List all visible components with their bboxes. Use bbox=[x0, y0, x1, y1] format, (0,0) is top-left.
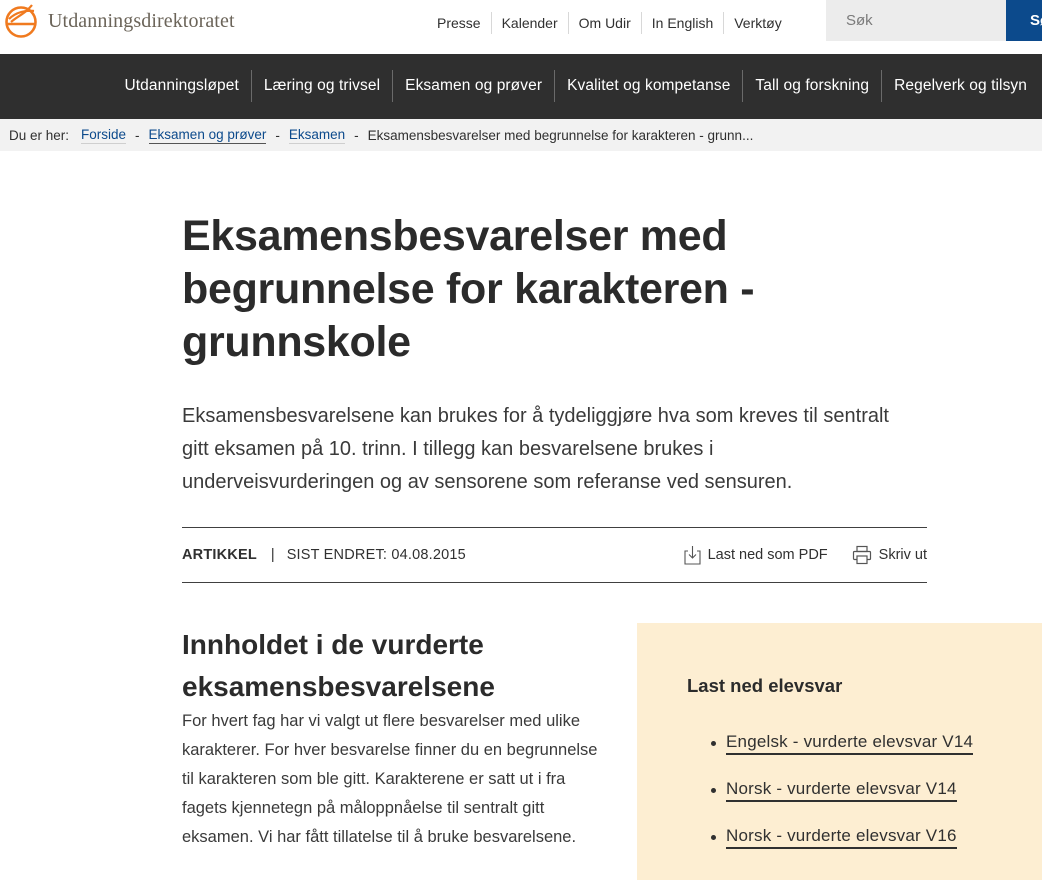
printer-icon bbox=[852, 545, 871, 565]
main-nav-laering-og-trivsel[interactable]: Læring og trivsel bbox=[252, 77, 392, 95]
main-nav-tall-og-forskning[interactable]: Tall og forskning bbox=[743, 77, 881, 95]
article-actions: Last ned som PDF Skriv ut bbox=[684, 545, 927, 565]
breadcrumb-separator: - bbox=[275, 127, 280, 143]
section-heading: Innholdet i de vurderte eksamensbesvarel… bbox=[182, 629, 495, 702]
download-icon bbox=[684, 546, 701, 565]
breadcrumb-link-eksamen[interactable]: Eksamen bbox=[288, 127, 346, 144]
breadcrumb-label: Du er her: bbox=[9, 127, 70, 143]
breadcrumb-current: Eksamensbesvarelser med begrunnelse for … bbox=[367, 127, 754, 143]
bullet-icon bbox=[711, 741, 716, 746]
main-nav: Utdanningsløpet Læring og trivsel Eksame… bbox=[0, 54, 1042, 119]
meta-separator: | bbox=[270, 547, 275, 563]
page-title: Eksamensbesvarelser med begrunnelse for … bbox=[182, 212, 755, 366]
utility-link-kalender[interactable]: Kalender bbox=[490, 12, 568, 34]
utility-link-verktoy[interactable]: Verktøy bbox=[723, 12, 791, 34]
udir-logo-icon bbox=[5, 4, 37, 38]
search-input[interactable] bbox=[826, 0, 1007, 41]
article-type: ARTIKKEL bbox=[182, 547, 257, 563]
link-engelsk-v14[interactable]: Engelsk - vurderte elevsvar V14 bbox=[726, 732, 974, 755]
breadcrumb-link-forside[interactable]: Forside bbox=[81, 127, 127, 144]
list-item: Norsk - vurderte elevsvar V16 bbox=[711, 814, 973, 861]
main-nav-item: Eksamen og prøver bbox=[392, 70, 554, 102]
utility-link-om-udir[interactable]: Om Udir bbox=[567, 12, 641, 34]
main-nav-item: Kvalitet og kompetanse bbox=[554, 70, 742, 102]
last-changed-date: SIST ENDRET: 04.08.2015 bbox=[286, 547, 466, 563]
main-nav-item: Tall og forskning bbox=[742, 70, 881, 102]
utility-link-presse[interactable]: Presse bbox=[427, 12, 491, 34]
main-nav-utdanningslopet[interactable]: Utdanningsløpet bbox=[112, 77, 250, 95]
breadcrumb-separator: - bbox=[135, 127, 140, 143]
download-pdf-button[interactable]: Last ned som PDF bbox=[684, 545, 828, 565]
print-label: Skriv ut bbox=[878, 547, 927, 563]
list-item: Engelsk - vurderte elevsvar V14 bbox=[711, 720, 974, 767]
breadcrumb-separator: - bbox=[354, 127, 359, 143]
search-button[interactable]: Søk bbox=[1006, 0, 1042, 41]
section-body: For hvert fag har vi valgt ut flere besv… bbox=[182, 712, 598, 846]
main-nav-regelverk-og-tilsyn[interactable]: Regelverk og tilsyn bbox=[882, 77, 1039, 95]
article-ingress: Eksamensbesvarelsene kan brukes for å ty… bbox=[182, 405, 889, 493]
top-header: Utdanningsdirektoratet Presse Kalender O… bbox=[0, 0, 1042, 54]
download-pdf-label: Last ned som PDF bbox=[707, 547, 828, 563]
bullet-icon bbox=[711, 835, 716, 840]
download-student-answers-box: Last ned elevsvar Engelsk - vurderte ele… bbox=[637, 623, 1042, 880]
student-answers-list: Engelsk - vurderte elevsvar V14 Norsk - … bbox=[711, 720, 974, 861]
utility-link-in-english[interactable]: In English bbox=[640, 12, 723, 34]
utility-nav: Presse Kalender Om Udir In English Verkt… bbox=[427, 12, 792, 34]
logo[interactable]: Utdanningsdirektoratet bbox=[4, 2, 235, 40]
list-item: Norsk - vurderte elevsvar V14 bbox=[711, 767, 973, 814]
article-meta-bar: ARTIKKEL | SIST ENDRET: 04.08.2015 Last … bbox=[182, 527, 927, 583]
aside-title: Last ned elevsvar bbox=[687, 675, 843, 696]
breadcrumb: Du er her: Forside - Eksamen og prøver -… bbox=[0, 119, 1042, 151]
main-nav-kvalitet-og-kompetanse[interactable]: Kvalitet og kompetanse bbox=[555, 77, 742, 95]
main-nav-item: Regelverk og tilsyn bbox=[881, 70, 1039, 102]
logo-text: Utdanningsdirektoratet bbox=[48, 9, 235, 32]
main-nav-item: Utdanningsløpet bbox=[112, 70, 250, 102]
bullet-icon bbox=[711, 788, 716, 793]
print-button[interactable]: Skriv ut bbox=[852, 545, 927, 565]
main-nav-eksamen-og-prover[interactable]: Eksamen og prøver bbox=[393, 77, 554, 95]
main-nav-item: Læring og trivsel bbox=[250, 70, 392, 102]
link-norsk-v16[interactable]: Norsk - vurderte elevsvar V16 bbox=[726, 826, 957, 849]
breadcrumb-link-eksamen-og-prover[interactable]: Eksamen og prøver bbox=[148, 127, 267, 144]
link-norsk-v14[interactable]: Norsk - vurderte elevsvar V14 bbox=[726, 779, 957, 802]
